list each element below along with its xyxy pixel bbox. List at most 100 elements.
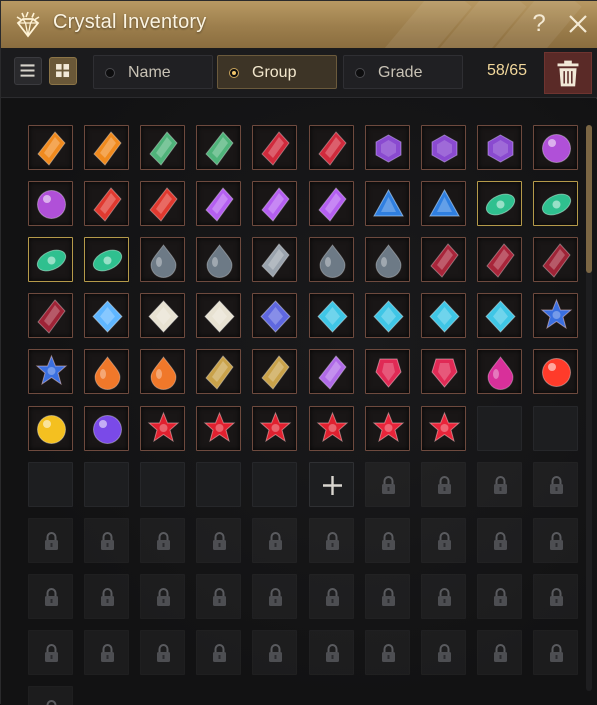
scrollbar[interactable] bbox=[586, 125, 592, 691]
inventory-slot[interactable] bbox=[533, 237, 578, 282]
green-blue-ore-crystal-icon bbox=[149, 131, 178, 166]
sapphire-star-crystal-icon bbox=[35, 354, 68, 386]
inventory-slot[interactable] bbox=[196, 349, 241, 394]
inventory-slot[interactable] bbox=[140, 293, 185, 338]
inventory-slot[interactable] bbox=[421, 181, 466, 226]
inventory-slot[interactable] bbox=[84, 237, 129, 282]
inventory-slot[interactable] bbox=[365, 349, 410, 394]
inventory-slot[interactable] bbox=[84, 406, 129, 451]
inventory-slot[interactable] bbox=[477, 125, 522, 170]
inventory-slot[interactable] bbox=[28, 237, 73, 282]
inventory-slot[interactable] bbox=[309, 237, 354, 282]
inventory-slot[interactable] bbox=[533, 293, 578, 338]
inventory-slot[interactable] bbox=[28, 349, 73, 394]
window-title: Crystal Inventory bbox=[53, 11, 207, 33]
inventory-slot[interactable] bbox=[84, 293, 129, 338]
amber-drop-crystal-icon bbox=[150, 356, 177, 390]
inventory-slot[interactable] bbox=[309, 406, 354, 451]
inventory-slot[interactable] bbox=[140, 181, 185, 226]
inventory-slot[interactable] bbox=[533, 349, 578, 394]
inventory-slot[interactable] bbox=[252, 181, 297, 226]
inventory-slot[interactable] bbox=[196, 125, 241, 170]
inventory-slot[interactable] bbox=[477, 293, 522, 338]
empty-slot[interactable] bbox=[477, 406, 522, 451]
lock-icon bbox=[45, 644, 58, 662]
help-button[interactable]: ? bbox=[525, 8, 553, 40]
locked-slot bbox=[421, 630, 466, 675]
ruby-gem-crystal-icon bbox=[261, 131, 290, 166]
inventory-slot[interactable] bbox=[252, 349, 297, 394]
inventory-slot[interactable] bbox=[84, 125, 129, 170]
inventory-slot[interactable] bbox=[365, 125, 410, 170]
inventory-slot[interactable] bbox=[28, 125, 73, 170]
inventory-slot[interactable] bbox=[252, 125, 297, 170]
inventory-slot[interactable] bbox=[365, 181, 410, 226]
inventory-slot[interactable] bbox=[421, 125, 466, 170]
inventory-slot[interactable] bbox=[477, 237, 522, 282]
delete-button[interactable] bbox=[544, 52, 592, 94]
inventory-slot[interactable] bbox=[28, 293, 73, 338]
inventory-slot[interactable] bbox=[196, 293, 241, 338]
inventory-slot[interactable] bbox=[365, 406, 410, 451]
sort-tab-group[interactable]: Group bbox=[217, 55, 337, 89]
empty-slot[interactable] bbox=[140, 462, 185, 507]
add-slot-button[interactable] bbox=[309, 462, 354, 507]
inventory-slot[interactable] bbox=[477, 181, 522, 226]
inventory-slot[interactable] bbox=[196, 181, 241, 226]
list-view-button[interactable] bbox=[14, 57, 42, 85]
inventory-slot[interactable] bbox=[365, 237, 410, 282]
inventory-slot[interactable] bbox=[309, 349, 354, 394]
inventory-slot[interactable] bbox=[533, 125, 578, 170]
emerald-eye-crystal-icon bbox=[541, 193, 572, 216]
close-icon[interactable] bbox=[563, 9, 593, 39]
inventory-slot[interactable] bbox=[140, 406, 185, 451]
radio-icon bbox=[229, 68, 239, 78]
locked-slot bbox=[533, 574, 578, 619]
topaz-shard-crystal-icon bbox=[261, 355, 290, 390]
inventory-slot[interactable] bbox=[84, 181, 129, 226]
purple-orb-crystal-icon bbox=[542, 134, 571, 163]
green-blue-ore-crystal-icon bbox=[205, 131, 234, 166]
inventory-slot[interactable] bbox=[252, 237, 297, 282]
inventory-slot[interactable] bbox=[421, 237, 466, 282]
inventory-slot[interactable] bbox=[477, 349, 522, 394]
inventory-slot[interactable] bbox=[28, 406, 73, 451]
scrollbar-thumb[interactable] bbox=[586, 125, 592, 273]
inventory-slot[interactable] bbox=[196, 237, 241, 282]
empty-slot[interactable] bbox=[533, 406, 578, 451]
inventory-slot[interactable] bbox=[140, 237, 185, 282]
inventory-grid bbox=[1, 99, 597, 705]
lock-icon bbox=[494, 588, 507, 606]
lock-icon bbox=[101, 588, 114, 606]
inventory-slot[interactable] bbox=[28, 181, 73, 226]
locked-slot bbox=[477, 518, 522, 563]
inventory-slot[interactable] bbox=[309, 125, 354, 170]
lock-icon bbox=[382, 588, 395, 606]
inventory-slot[interactable] bbox=[140, 125, 185, 170]
inventory-slot[interactable] bbox=[84, 349, 129, 394]
inventory-slot[interactable] bbox=[252, 293, 297, 338]
empty-slot[interactable] bbox=[252, 462, 297, 507]
inventory-slot[interactable] bbox=[309, 293, 354, 338]
inventory-slot[interactable] bbox=[421, 349, 466, 394]
red-star-gem-crystal-icon bbox=[147, 411, 180, 443]
inventory-slot[interactable] bbox=[365, 293, 410, 338]
empty-slot[interactable] bbox=[84, 462, 129, 507]
sort-tab-name[interactable]: Name bbox=[93, 55, 213, 89]
red-shard-crystal-icon bbox=[149, 187, 178, 222]
inventory-slot[interactable] bbox=[421, 406, 466, 451]
inventory-slot[interactable] bbox=[309, 181, 354, 226]
inventory-slot[interactable] bbox=[533, 181, 578, 226]
grid-view-button[interactable] bbox=[49, 57, 77, 85]
inventory-slot[interactable] bbox=[252, 406, 297, 451]
title-bar[interactable]: Crystal Inventory ? bbox=[1, 1, 597, 48]
locked-slot bbox=[252, 630, 297, 675]
empty-slot[interactable] bbox=[196, 462, 241, 507]
inventory-slot[interactable] bbox=[421, 293, 466, 338]
sort-tab-grade[interactable]: Grade bbox=[343, 55, 463, 89]
inventory-slot[interactable] bbox=[196, 406, 241, 451]
inventory-slot[interactable] bbox=[140, 349, 185, 394]
empty-slot[interactable] bbox=[28, 462, 73, 507]
locked-slot bbox=[28, 574, 73, 619]
lock-icon bbox=[326, 644, 339, 662]
